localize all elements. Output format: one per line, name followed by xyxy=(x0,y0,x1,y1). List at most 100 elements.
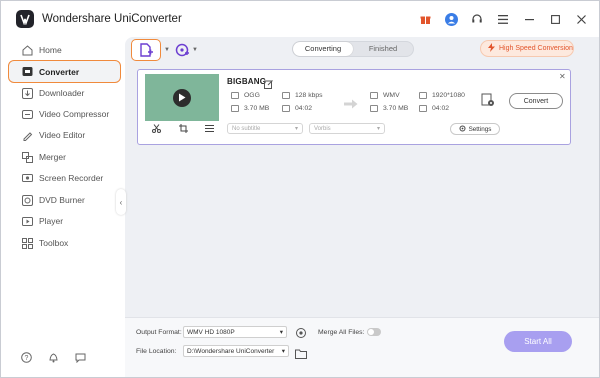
notification-icon[interactable] xyxy=(48,350,59,368)
dvd-icon xyxy=(21,194,33,206)
open-folder-icon[interactable] xyxy=(295,346,307,364)
load-dvd-icon xyxy=(175,43,189,57)
convert-button[interactable]: Convert xyxy=(509,93,563,109)
maximize-icon[interactable] xyxy=(547,11,563,27)
merger-icon xyxy=(21,151,33,163)
sidebar-item-merger[interactable]: Merger xyxy=(1,146,125,168)
rename-icon[interactable] xyxy=(264,76,273,94)
sidebar-item-label: Screen Recorder xyxy=(39,173,104,183)
output-settings-gear-icon[interactable] xyxy=(295,326,307,344)
crop-icon[interactable] xyxy=(178,124,188,135)
video-thumbnail[interactable] xyxy=(145,74,219,121)
sidebar-item-downloader[interactable]: Downloader xyxy=(1,82,125,104)
play-icon[interactable] xyxy=(173,88,191,107)
sidebar-item-converter[interactable]: Converter xyxy=(8,60,121,83)
app-title: Wondershare UniConverter xyxy=(42,13,182,25)
file-name: BIGBANG xyxy=(227,77,267,86)
main-panel: ▼ ▼ Converting Finished High Speed Conve… xyxy=(125,37,599,377)
file-location-label: File Location: xyxy=(136,348,177,355)
output-format-value: WMV HD 1080P xyxy=(187,328,235,336)
source-format: OGG xyxy=(231,92,260,99)
add-dvd-dropdown-icon[interactable]: ▼ xyxy=(192,47,198,53)
folder-icon xyxy=(370,105,378,112)
add-dvd-button[interactable] xyxy=(171,40,193,60)
sidebar-collapse-button[interactable]: ‹ xyxy=(116,189,126,215)
minimize-icon[interactable] xyxy=(521,11,537,27)
clock-icon xyxy=(282,105,290,112)
compressor-icon xyxy=(21,108,33,120)
help-icon[interactable]: ? xyxy=(21,350,32,368)
convert-arrow-icon xyxy=(344,96,358,114)
remove-file-icon[interactable]: ✕ xyxy=(559,72,566,81)
gift-icon[interactable] xyxy=(417,11,433,27)
sidebar-item-label: DVD Burner xyxy=(39,195,85,205)
target-resolution: 1920*1080 xyxy=(419,92,465,99)
audio-track-value: Vorbis xyxy=(314,125,331,132)
home-icon xyxy=(21,44,33,56)
sidebar-item-screen-recorder[interactable]: Screen Recorder xyxy=(1,167,125,189)
high-speed-label: High Speed Conversion xyxy=(499,45,573,52)
file-card[interactable]: BIGBANG OGG 3.70 MB 128 kbps 04:02 WMV 3… xyxy=(137,69,571,145)
sidebar-item-label: Player xyxy=(39,216,64,226)
target-size: 3.70 MB xyxy=(370,105,408,112)
chevron-down-icon: ▾ xyxy=(376,126,380,132)
downloader-icon xyxy=(21,87,33,99)
target-duration-value: 04:02 xyxy=(432,105,450,112)
sidebar-footer: ? xyxy=(21,350,86,368)
merge-all-files-toggle[interactable] xyxy=(367,328,381,336)
sidebar: Home Converter Downloader Video Compress… xyxy=(1,37,125,377)
source-bitrate-value: 128 kbps xyxy=(295,92,323,99)
app-logo-icon xyxy=(16,10,34,28)
tab-converting[interactable]: Converting xyxy=(293,42,353,56)
sidebar-item-home[interactable]: Home xyxy=(1,39,125,61)
source-format-value: OGG xyxy=(244,92,260,99)
app-window: Wondershare UniConverter Home Converter … xyxy=(0,0,600,378)
recorder-icon xyxy=(21,172,33,184)
settings-gear-icon xyxy=(459,125,466,134)
trim-icon[interactable] xyxy=(152,124,161,135)
sidebar-item-label: Converter xyxy=(39,66,80,77)
file-location-value: D:\Wondershare UniConverter xyxy=(187,347,275,355)
add-files-button[interactable] xyxy=(131,39,161,61)
high-speed-conversion-button[interactable]: High Speed Conversion xyxy=(480,40,574,57)
add-files-dropdown-icon[interactable]: ▼ xyxy=(164,47,170,53)
source-duration: 04:02 xyxy=(282,105,312,112)
sidebar-item-toolbox[interactable]: Toolbox xyxy=(1,232,125,254)
converter-icon xyxy=(21,66,33,78)
chevron-down-icon: ▾ xyxy=(294,126,298,132)
sidebar-item-dvd-burner[interactable]: DVD Burner xyxy=(1,189,125,211)
sidebar-item-label: Video Editor xyxy=(39,130,86,140)
output-settings-icon[interactable] xyxy=(481,93,495,112)
chevron-down-icon: ▾ xyxy=(279,329,283,336)
target-resolution-value: 1920*1080 xyxy=(432,92,465,99)
subtitle-value: No subtitle xyxy=(232,125,261,132)
bottom-bar: Output Format: WMV HD 1080P ▾ Merge All F… xyxy=(125,317,599,377)
svg-text:?: ? xyxy=(25,355,29,362)
sidebar-item-label: Home xyxy=(39,45,62,55)
settings-button[interactable]: Settings xyxy=(450,123,500,135)
settings-label: Settings xyxy=(468,125,492,133)
resolution-icon xyxy=(419,92,427,99)
output-format-select[interactable]: WMV HD 1080P ▾ xyxy=(183,326,287,338)
headset-icon[interactable] xyxy=(469,11,485,27)
sidebar-item-player[interactable]: Player xyxy=(1,210,125,232)
subtitle-select[interactable]: No subtitle ▾ xyxy=(227,123,303,134)
format-icon xyxy=(370,92,378,99)
edit-tools xyxy=(152,124,214,135)
status-tabs: Converting Finished xyxy=(292,41,414,57)
target-format-value: WMV xyxy=(383,92,400,99)
bitrate-icon xyxy=(282,92,290,99)
sidebar-item-label: Merger xyxy=(39,152,66,162)
folder-icon xyxy=(231,105,239,112)
user-icon[interactable] xyxy=(443,11,459,27)
menu-icon[interactable] xyxy=(495,11,511,27)
file-location-select[interactable]: D:\Wondershare UniConverter ▾ xyxy=(183,345,289,357)
close-icon[interactable] xyxy=(573,11,589,27)
feedback-icon[interactable] xyxy=(75,350,86,368)
tab-finished[interactable]: Finished xyxy=(353,42,413,56)
start-all-button[interactable]: Start All xyxy=(504,331,572,352)
effects-icon[interactable] xyxy=(205,124,214,135)
sidebar-item-video-editor[interactable]: Video Editor xyxy=(1,124,125,146)
audio-track-select[interactable]: Vorbis ▾ xyxy=(309,123,385,134)
sidebar-item-video-compressor[interactable]: Video Compressor xyxy=(1,103,125,125)
